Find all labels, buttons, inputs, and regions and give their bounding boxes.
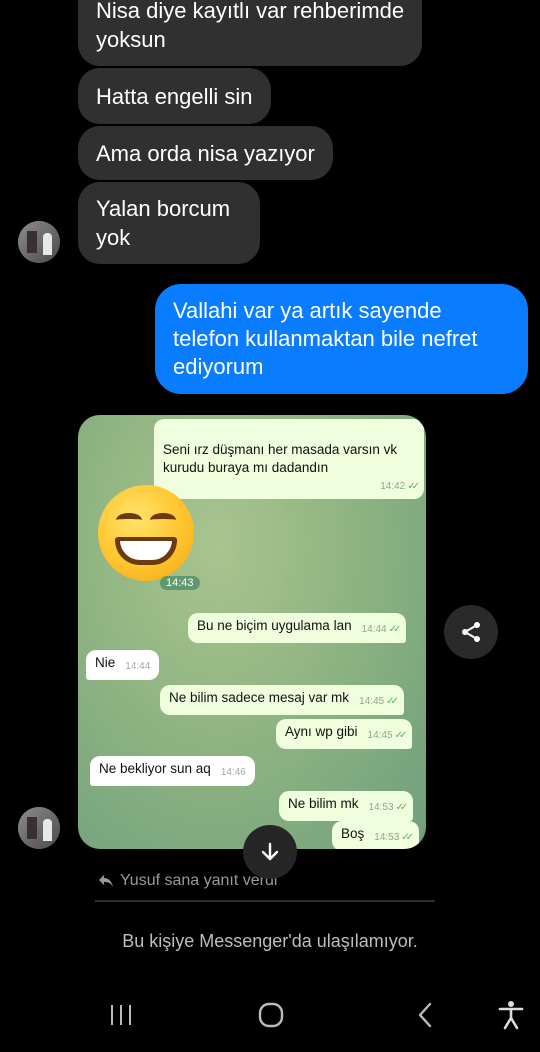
shot-message-out: Ne bilim sadece mesaj var mk 14:45 ✓✓ xyxy=(160,685,404,715)
shot-message-time: 14:42 xyxy=(380,481,406,492)
contact-avatar[interactable] xyxy=(18,221,60,263)
shot-message-text: Aynı wp gibi xyxy=(285,724,358,739)
shot-message-text: Ne bilim mk xyxy=(288,796,359,811)
received-message[interactable]: Nisa diye kayıtlı var rehberimde yoksun xyxy=(78,0,423,66)
shot-message-text: Ne bilim sadece mesaj var mk xyxy=(169,690,350,705)
share-button[interactable] xyxy=(444,605,498,659)
shot-message-text: Ne bekliyor sun aq xyxy=(99,761,211,776)
message-text: Vallahi var ya artık sayende telefon kul… xyxy=(173,298,478,379)
reply-note: Yusuf sana yanıt verdi xyxy=(98,872,277,890)
read-ticks-icon: ✓✓ xyxy=(394,730,408,741)
message-text: Ama orda nisa yazıyor xyxy=(96,140,315,166)
system-navigation-bar xyxy=(0,985,540,1045)
arrow-down-icon xyxy=(261,842,279,861)
home-icon xyxy=(258,1002,284,1028)
sent-message[interactable]: Vallahi var ya artık sayende telefon kul… xyxy=(155,284,528,394)
contact-avatar[interactable] xyxy=(18,807,60,849)
shot-message-time: 14:53 xyxy=(368,802,394,813)
unreachable-notice: Bu kişiye Messenger'da ulaşılamıyor. xyxy=(122,931,418,951)
shot-message-text: Seni ırz düşmanı her masada varsın vk ku… xyxy=(163,442,398,475)
message-text: Nisa diye kayıtlı var rehberimde yoksun xyxy=(96,0,405,52)
read-ticks-icon: ✓✓ xyxy=(386,696,399,707)
back-icon xyxy=(418,1002,432,1028)
accessibility-button[interactable] xyxy=(494,999,528,1031)
shot-message-time: 14:45 xyxy=(359,696,385,707)
shot-message-text: Nie xyxy=(95,655,116,670)
recents-icon xyxy=(111,1005,131,1025)
read-ticks-icon: ✓✓ xyxy=(388,624,402,635)
shot-message-in: Ne bekliyor sun aq 14:46 xyxy=(90,756,255,786)
back-button[interactable] xyxy=(408,999,442,1031)
shot-message-out: Bu ne biçim uygulama lan 14:44 ✓✓ xyxy=(188,613,407,643)
share-icon xyxy=(462,622,480,642)
recents-button[interactable] xyxy=(104,999,138,1031)
divider xyxy=(95,900,435,902)
message-text: Hatta engelli sin xyxy=(96,83,253,109)
grinning-face-emoji xyxy=(98,485,194,581)
shot-message-time: 14:44 xyxy=(361,624,387,635)
read-ticks-icon: ✓✓ xyxy=(395,802,409,813)
received-message[interactable]: Ama orda nisa yazıyor xyxy=(78,126,333,180)
shot-message-time: 14:44 xyxy=(125,661,151,672)
message-text: Yalan borcum yok xyxy=(96,196,231,250)
shot-message-text: Bu ne biçim uygulama lan xyxy=(197,618,352,633)
scroll-down-button[interactable] xyxy=(243,825,297,879)
shot-message-in: Nie 14:44 xyxy=(86,650,160,680)
shot-message-out: Ne bilim mk 14:53 ✓✓ xyxy=(279,791,414,821)
home-button[interactable] xyxy=(254,999,288,1031)
reply-icon xyxy=(99,875,113,887)
shot-message-time: 14:53 xyxy=(374,832,400,843)
shot-message-text: Boş xyxy=(341,826,365,841)
read-ticks-icon: ✓✓ xyxy=(401,832,414,843)
reply-note-text: Yusuf sana yanıt verdi xyxy=(120,872,278,889)
received-message[interactable]: Yalan borcum yok xyxy=(78,182,260,264)
shot-message-time: 14:46 xyxy=(220,767,246,778)
shot-message-out: Aynı wp gibi 14:45 ✓✓ xyxy=(276,719,413,749)
shared-image[interactable]: Seni ırz düşmanı her masada varsın vk ku… xyxy=(78,415,426,849)
shot-message-out: Seni ırz düşmanı her masada varsın vk ku… xyxy=(154,419,424,499)
read-ticks-icon: ✓✓ xyxy=(407,481,420,492)
shot-message-out: Boş 14:53 ✓✓ xyxy=(332,821,420,849)
shot-message-time: 14:45 xyxy=(367,730,393,741)
received-message[interactable]: Hatta engelli sin xyxy=(78,68,271,124)
emoji-time: 14:43 xyxy=(160,576,200,590)
accessibility-icon xyxy=(498,1001,524,1030)
